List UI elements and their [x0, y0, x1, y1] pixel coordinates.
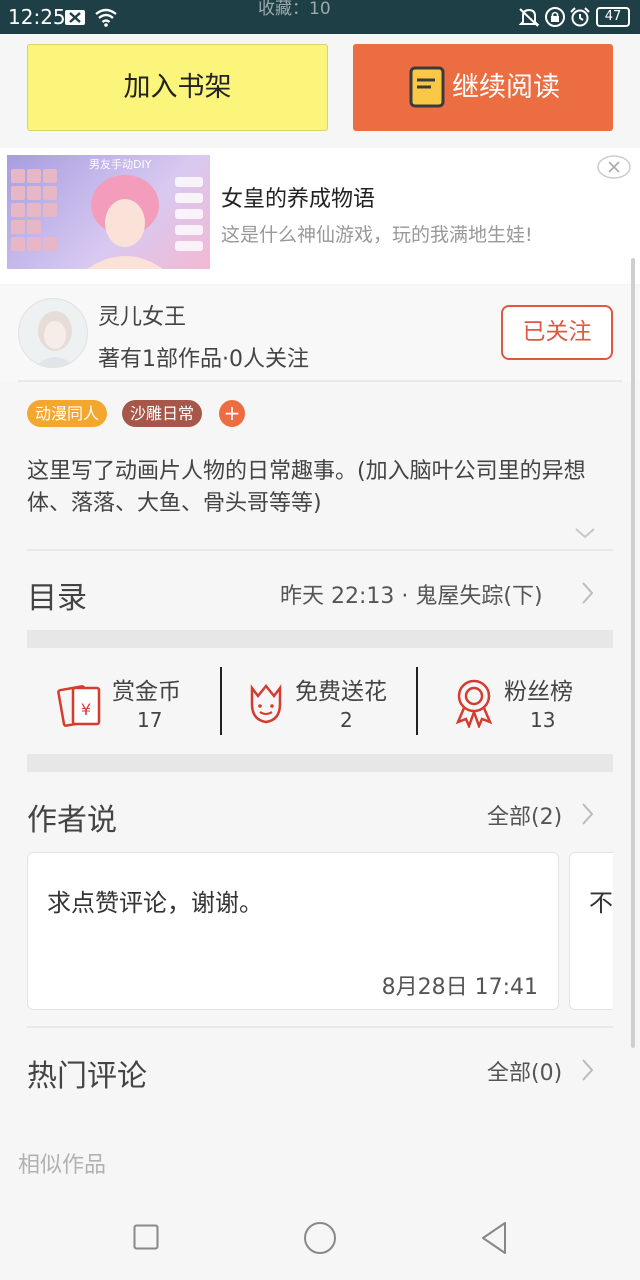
system-nav-bar: [0, 1190, 640, 1280]
divider: [18, 380, 622, 382]
tag-daily[interactable]: 沙雕日常: [122, 400, 203, 427]
stat-free-flowers[interactable]: 免费送花 2: [240, 668, 410, 736]
ad-title: 女皇的养成物语: [221, 187, 376, 212]
status-bar: 12:25 收藏：10 47: [0, 0, 640, 34]
alarm-icon: [570, 7, 590, 27]
medal-icon: [455, 679, 493, 728]
author-note-text: 不: [589, 889, 613, 917]
status-background-text: 收藏：10: [258, 0, 331, 19]
add-to-shelf-button[interactable]: 加入书架: [27, 44, 328, 131]
stat-value: 17: [137, 708, 163, 732]
chevron-right-icon[interactable]: [580, 581, 594, 605]
hot-comments-label: 热门评论: [27, 1059, 147, 1094]
stat-label: 赏金币: [112, 679, 181, 705]
status-time: 12:25: [8, 5, 66, 29]
ad-thumbnail: 男友手动DIY: [7, 155, 210, 269]
chevron-right-icon[interactable]: [580, 802, 594, 826]
wifi-icon: [95, 8, 117, 27]
stat-label: 粉丝榜: [504, 679, 573, 705]
hot-comments-all-link[interactable]: 全部(0): [487, 1055, 562, 1087]
ad-subtitle: 这是什么神仙游戏，玩的我满地生娃!: [221, 224, 533, 246]
ad-banner[interactable]: 男友手动DIY 女皇的养成物语 这是什么神仙游戏，玩的我满地生娃!: [0, 148, 640, 284]
notification-icon: [65, 10, 85, 25]
chevron-right-icon[interactable]: [580, 1058, 594, 1082]
battery-indicator: 47: [596, 7, 630, 27]
divider: [27, 1026, 613, 1028]
divider: [27, 549, 613, 551]
catalog-latest-chapter[interactable]: 昨天 22:13 · 鬼屋失踪(下): [280, 578, 543, 610]
mute-icon: [518, 8, 540, 27]
author-says-all-link[interactable]: 全部(2): [487, 799, 562, 831]
similar-works-label: 相似作品: [18, 1153, 107, 1178]
author-note-date: 8月28日 17:41: [381, 975, 538, 1000]
author-note-card[interactable]: 不: [569, 852, 613, 1010]
author-note-text: 求点赞评论，谢谢。: [47, 889, 263, 917]
author-note-card[interactable]: 求点赞评论，谢谢。 8月28日 17:41: [27, 852, 559, 1010]
recent-apps-icon[interactable]: [133, 1224, 159, 1250]
lock-rotation-icon: [545, 7, 565, 27]
section-separator: [27, 754, 613, 772]
stat-fan-ranking[interactable]: 粉丝榜 13: [450, 668, 600, 736]
red-envelope-icon: ¥: [57, 685, 101, 727]
tag-anime[interactable]: 动漫同人: [27, 400, 108, 427]
catalog-label[interactable]: 目录: [27, 573, 87, 617]
chevron-down-icon[interactable]: [574, 526, 596, 540]
avatar-illustration: [35, 311, 75, 367]
divider: [220, 667, 222, 735]
svg-text:¥: ¥: [81, 700, 91, 719]
add-tag-button[interactable]: +: [219, 400, 245, 427]
author-stats: 著有1部作品·0人关注: [98, 347, 309, 372]
author-says-label: 作者说: [27, 803, 117, 838]
stat-value: 2: [340, 708, 353, 732]
stat-reward-coins[interactable]: ¥ 赏金币 17: [55, 668, 215, 736]
home-icon[interactable]: [303, 1221, 337, 1255]
continue-reading-button[interactable]: 继续阅读: [353, 44, 613, 131]
stat-label: 免费送花: [295, 679, 387, 705]
scrollbar[interactable]: [631, 258, 635, 1048]
book-description: 这里写了动画片人物的日常趣事。(加入脑叶公司里的异想体、落落、大鱼、骨头哥等等): [27, 459, 586, 516]
ad-thumbnail-caption: 男友手动DIY: [89, 158, 152, 171]
author-name[interactable]: 灵儿女王: [98, 299, 186, 331]
follow-button[interactable]: 已关注: [501, 305, 613, 360]
book-icon: [409, 66, 445, 108]
ad-game-art: [11, 169, 203, 269]
back-icon[interactable]: [479, 1221, 509, 1255]
ad-close-icon[interactable]: [596, 154, 632, 180]
section-separator: [27, 630, 613, 648]
continue-reading-label: 继续阅读: [452, 72, 560, 103]
author-avatar[interactable]: [18, 298, 88, 368]
flower-icon: [250, 683, 282, 724]
stat-value: 13: [530, 708, 556, 732]
divider: [416, 667, 418, 735]
